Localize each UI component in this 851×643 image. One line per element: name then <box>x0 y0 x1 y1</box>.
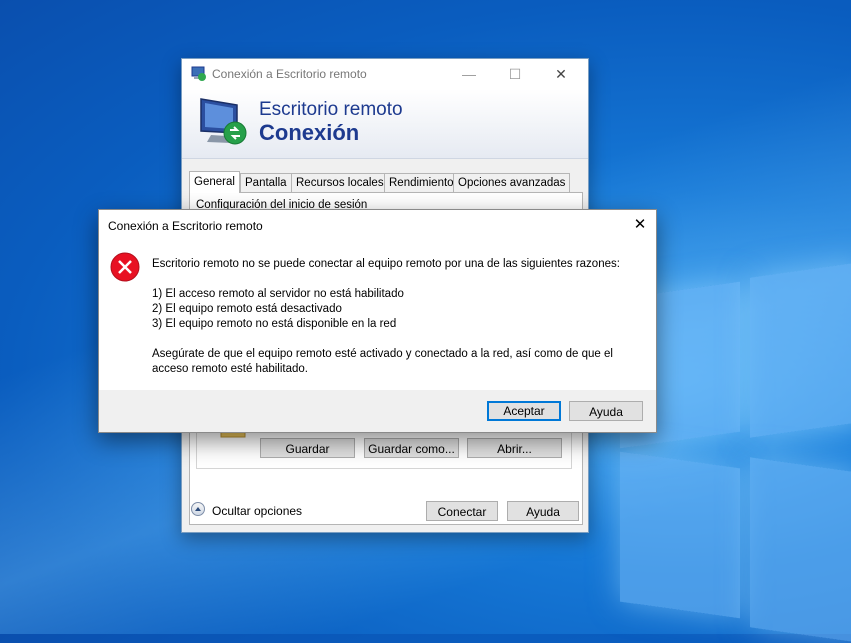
close-icon[interactable]: ✕ <box>624 210 656 240</box>
maximize-button[interactable]: ☐ <box>492 59 538 89</box>
banner-title-line1: Escritorio remoto <box>259 99 403 120</box>
dialog-help-button[interactable]: Ayuda <box>569 401 643 421</box>
remote-desktop-icon <box>200 98 247 145</box>
close-button[interactable]: ✕ <box>538 59 584 89</box>
error-advice-text: Asegúrate de que el equipo remoto esté a… <box>152 348 613 375</box>
error-reason-2: 2) El equipo remoto está desactivado <box>152 303 342 315</box>
title-bar[interactable]: Conexión a Escritorio remoto — ☐ ✕ <box>182 59 588 89</box>
tab-recursos-locales[interactable]: Recursos locales <box>291 173 389 192</box>
banner: Escritorio remoto Conexión <box>182 89 588 159</box>
tab-pantalla[interactable]: Pantalla <box>240 173 292 192</box>
error-icon <box>110 252 140 282</box>
banner-title-line2: Conexión <box>259 120 360 145</box>
error-intro-text: Escritorio remoto no se puede conectar a… <box>152 258 620 270</box>
ok-button[interactable]: Aceptar <box>487 401 561 421</box>
save-button[interactable]: Guardar <box>260 438 355 458</box>
open-button[interactable]: Abrir... <box>467 438 562 458</box>
connect-button[interactable]: Conectar <box>426 501 498 521</box>
bottom-row: Ocultar opciones Conectar Ayuda <box>182 497 588 531</box>
save-as-button[interactable]: Guardar como... <box>364 438 459 458</box>
tab-rendimiento[interactable]: Rendimiento <box>384 173 459 192</box>
rdp-app-icon <box>191 66 206 81</box>
help-button[interactable]: Ayuda <box>507 501 579 521</box>
chevron-up-icon[interactable] <box>191 502 205 516</box>
error-dialog: Conexión a Escritorio remoto ✕ Escritori… <box>98 209 657 433</box>
error-reason-3: 3) El equipo remoto no está disponible e… <box>152 318 397 330</box>
window-title: Conexión a Escritorio remoto <box>212 67 367 81</box>
error-message: Escritorio remoto no se puede conectar a… <box>152 257 642 377</box>
tab-general[interactable]: General <box>189 171 240 193</box>
error-reason-1: 1) El acceso remoto al servidor no está … <box>152 288 404 300</box>
minimize-button[interactable]: — <box>446 59 492 89</box>
error-dialog-title: Conexión a Escritorio remoto <box>108 219 263 233</box>
error-dialog-content: Conexión a Escritorio remoto ✕ Escritori… <box>99 210 656 390</box>
tab-opciones-avanzadas[interactable]: Opciones avanzadas <box>453 173 571 192</box>
hide-options-link[interactable]: Ocultar opciones <box>212 504 302 518</box>
